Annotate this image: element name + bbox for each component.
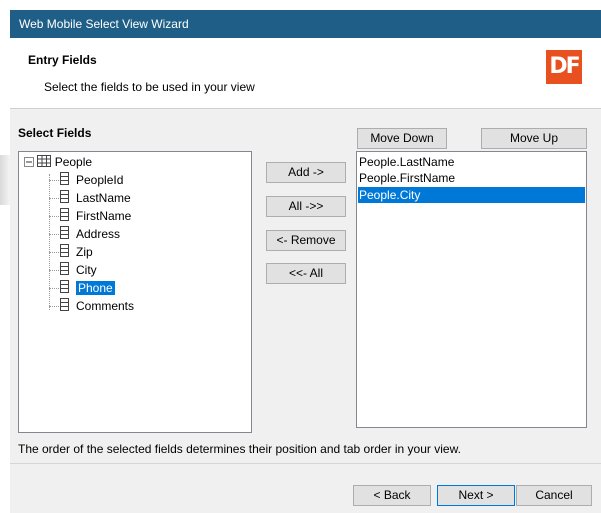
- tree-connector: [49, 306, 59, 307]
- tree-item-field[interactable]: Zip: [60, 244, 93, 260]
- field-icon: [60, 244, 70, 261]
- field-icon: [60, 208, 70, 225]
- tree-item-label: Phone: [76, 281, 115, 295]
- background-shadow: [0, 155, 10, 205]
- list-item[interactable]: People.FirstName: [358, 170, 585, 186]
- field-icon: [60, 262, 70, 279]
- tree-connector: [49, 180, 59, 181]
- window-title: Web Mobile Select View Wizard: [19, 17, 189, 31]
- title-bar: Web Mobile Select View Wizard: [10, 10, 601, 38]
- tree-item-label: Zip: [76, 245, 93, 259]
- df-logo-icon: DF: [546, 50, 582, 84]
- tree-connector: [49, 252, 59, 253]
- tree-item-field[interactable]: Phone: [60, 280, 115, 296]
- tree-item-label: City: [76, 263, 97, 277]
- tree-connector: [49, 234, 59, 235]
- add-button[interactable]: Add ->: [266, 162, 346, 183]
- tree-connector: [49, 216, 59, 217]
- tree-root-label: People: [54, 155, 93, 169]
- list-item[interactable]: People.LastName: [358, 154, 585, 170]
- page-subtitle: Select the fields to be used in your vie…: [44, 80, 255, 94]
- fields-tree[interactable]: People PeopleId LastName FirstName Address Z…: [18, 151, 252, 433]
- remove-button[interactable]: <- Remove: [266, 230, 346, 251]
- wizard-window: Entry Fields Select the fields to be use…: [10, 38, 601, 513]
- tree-connector: [49, 288, 59, 289]
- tree-item-field[interactable]: City: [60, 262, 97, 278]
- tree-item-field[interactable]: Address: [60, 226, 120, 242]
- tree-item-label: PeopleId: [76, 173, 124, 187]
- order-note: The order of the selected fields determi…: [18, 442, 461, 456]
- wizard-header: Entry Fields Select the fields to be use…: [10, 38, 601, 109]
- tree-item-label: FirstName: [76, 209, 132, 223]
- field-icon: [60, 280, 70, 297]
- tree-item-label: LastName: [76, 191, 131, 205]
- list-item[interactable]: People.City: [358, 187, 585, 203]
- move-down-button[interactable]: Move Down: [357, 128, 447, 149]
- field-icon: [60, 190, 70, 207]
- tree-item-label: Comments: [76, 299, 135, 313]
- tree-root-people[interactable]: People: [24, 154, 92, 170]
- next-button[interactable]: Next >: [437, 485, 515, 506]
- selected-fields-list[interactable]: People.LastName People.FirstName People.…: [356, 151, 587, 428]
- tree-connector: [49, 198, 59, 199]
- table-icon: [37, 154, 52, 171]
- page-title: Entry Fields: [28, 53, 97, 67]
- field-icon: [60, 298, 70, 315]
- tree-item-field[interactable]: Comments: [60, 298, 134, 314]
- tree-item-field[interactable]: FirstName: [60, 208, 131, 224]
- move-up-button[interactable]: Move Up: [481, 128, 587, 149]
- divider: [10, 463, 601, 464]
- tree-connector: [49, 270, 59, 271]
- back-button[interactable]: < Back: [353, 485, 431, 506]
- field-icon: [60, 172, 70, 189]
- cancel-button[interactable]: Cancel: [516, 485, 592, 506]
- tree-item-label: Address: [76, 227, 121, 241]
- remove-all-button[interactable]: <<- All: [266, 263, 346, 284]
- select-fields-label: Select Fields: [18, 126, 92, 140]
- field-icon: [60, 226, 70, 243]
- add-all-button[interactable]: All ->>: [266, 196, 346, 217]
- tree-item-field[interactable]: LastName: [60, 190, 131, 206]
- collapse-icon[interactable]: [24, 155, 34, 171]
- tree-item-field[interactable]: PeopleId: [60, 172, 123, 188]
